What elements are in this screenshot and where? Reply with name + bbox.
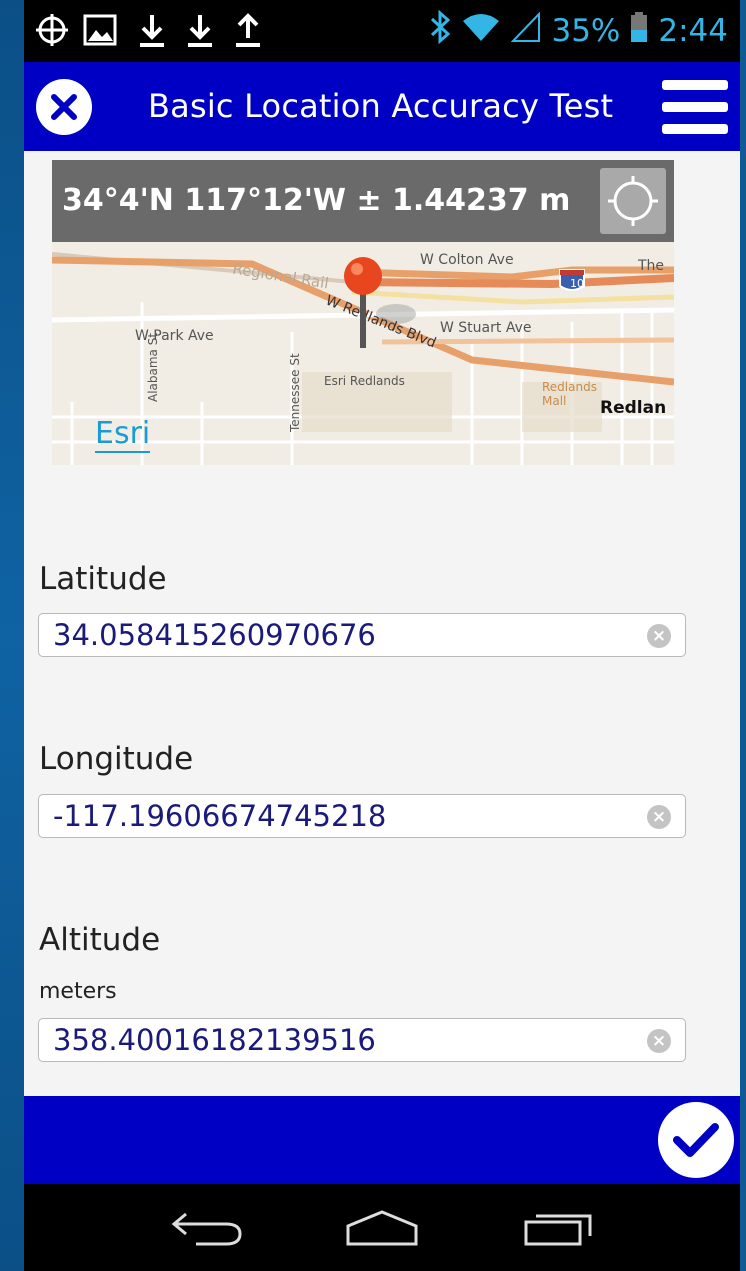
- crosshair-icon: [608, 176, 658, 226]
- close-button[interactable]: [36, 79, 92, 135]
- esri-logo: Esri: [95, 416, 151, 453]
- recents-button[interactable]: [518, 1202, 598, 1254]
- page-title: Basic Location Accuracy Test: [148, 87, 614, 125]
- altitude-value: 358.40016182139516: [53, 1023, 376, 1057]
- interstate-shield-label: 10: [570, 277, 584, 290]
- recents-icon: [524, 1214, 592, 1246]
- longitude-label: Longitude: [39, 741, 194, 777]
- home-icon: [346, 1210, 418, 1246]
- location-pin-icon: [343, 256, 383, 358]
- clear-icon[interactable]: ×: [647, 805, 671, 829]
- map-label-stuart: W Stuart Ave: [440, 320, 532, 336]
- upload-icon: [230, 10, 266, 50]
- clock: 2:44: [658, 13, 728, 49]
- map-label-colton: W Colton Ave: [420, 252, 514, 268]
- altitude-label: Altitude: [39, 922, 161, 958]
- clear-icon[interactable]: ×: [647, 1029, 671, 1053]
- altitude-unit: meters: [39, 979, 117, 1004]
- wifi-icon: [461, 11, 501, 51]
- confirm-button[interactable]: [658, 1102, 734, 1178]
- bottom-action-bar: [24, 1096, 740, 1184]
- signal-icon: [511, 11, 541, 51]
- map-label-redlands-mall: Redlands Mall: [542, 380, 597, 408]
- locate-button[interactable]: [600, 168, 666, 234]
- download-icon: [134, 10, 170, 50]
- image-icon: [80, 10, 120, 50]
- map-label-esri-redlands: Esri Redlands: [324, 374, 405, 388]
- battery-percent: 35%: [551, 13, 621, 49]
- gps-icon: [32, 10, 72, 50]
- map-view[interactable]: W Colton Ave The 10 Regional Rail W Park…: [52, 160, 674, 465]
- map-label-tennessee: Tennessee St: [288, 353, 302, 432]
- map-label-redlan: Redlan: [600, 398, 667, 418]
- map-label-the: The: [638, 258, 665, 274]
- latitude-label: Latitude: [39, 561, 167, 597]
- clear-icon[interactable]: ×: [647, 624, 671, 648]
- latitude-value: 34.058415260970676: [53, 618, 376, 652]
- coordinate-header: 34°4'N 117°12'W ± 1.44237 m: [52, 160, 674, 242]
- system-nav-bar: [24, 1184, 740, 1271]
- menu-button[interactable]: [662, 80, 728, 134]
- download-icon: [182, 10, 218, 50]
- longitude-input[interactable]: -117.19606674745218 ×: [38, 794, 686, 838]
- close-icon: [51, 94, 77, 120]
- altitude-input[interactable]: 358.40016182139516 ×: [38, 1018, 686, 1062]
- map-label-alabama: Alabama St: [146, 332, 160, 402]
- back-button[interactable]: [166, 1202, 246, 1254]
- longitude-value: -117.19606674745218: [53, 799, 387, 833]
- form-content: W Colton Ave The 10 Regional Rail W Park…: [24, 151, 740, 1096]
- back-icon: [171, 1212, 242, 1246]
- coordinate-readout: 34°4'N 117°12'W ± 1.44237 m: [62, 183, 571, 218]
- checkmark-icon: [673, 1123, 719, 1157]
- latitude-input[interactable]: 34.058415260970676 ×: [38, 613, 686, 657]
- device-frame-right: [740, 0, 746, 1271]
- home-button[interactable]: [342, 1202, 422, 1254]
- hamburger-menu-icon: [662, 80, 728, 90]
- battery-icon: [630, 11, 648, 51]
- device-frame-left: [0, 0, 24, 1271]
- app-bar: Basic Location Accuracy Test: [24, 62, 740, 151]
- status-bar: 35% 2:44: [24, 0, 740, 62]
- bluetooth-icon: [429, 9, 451, 52]
